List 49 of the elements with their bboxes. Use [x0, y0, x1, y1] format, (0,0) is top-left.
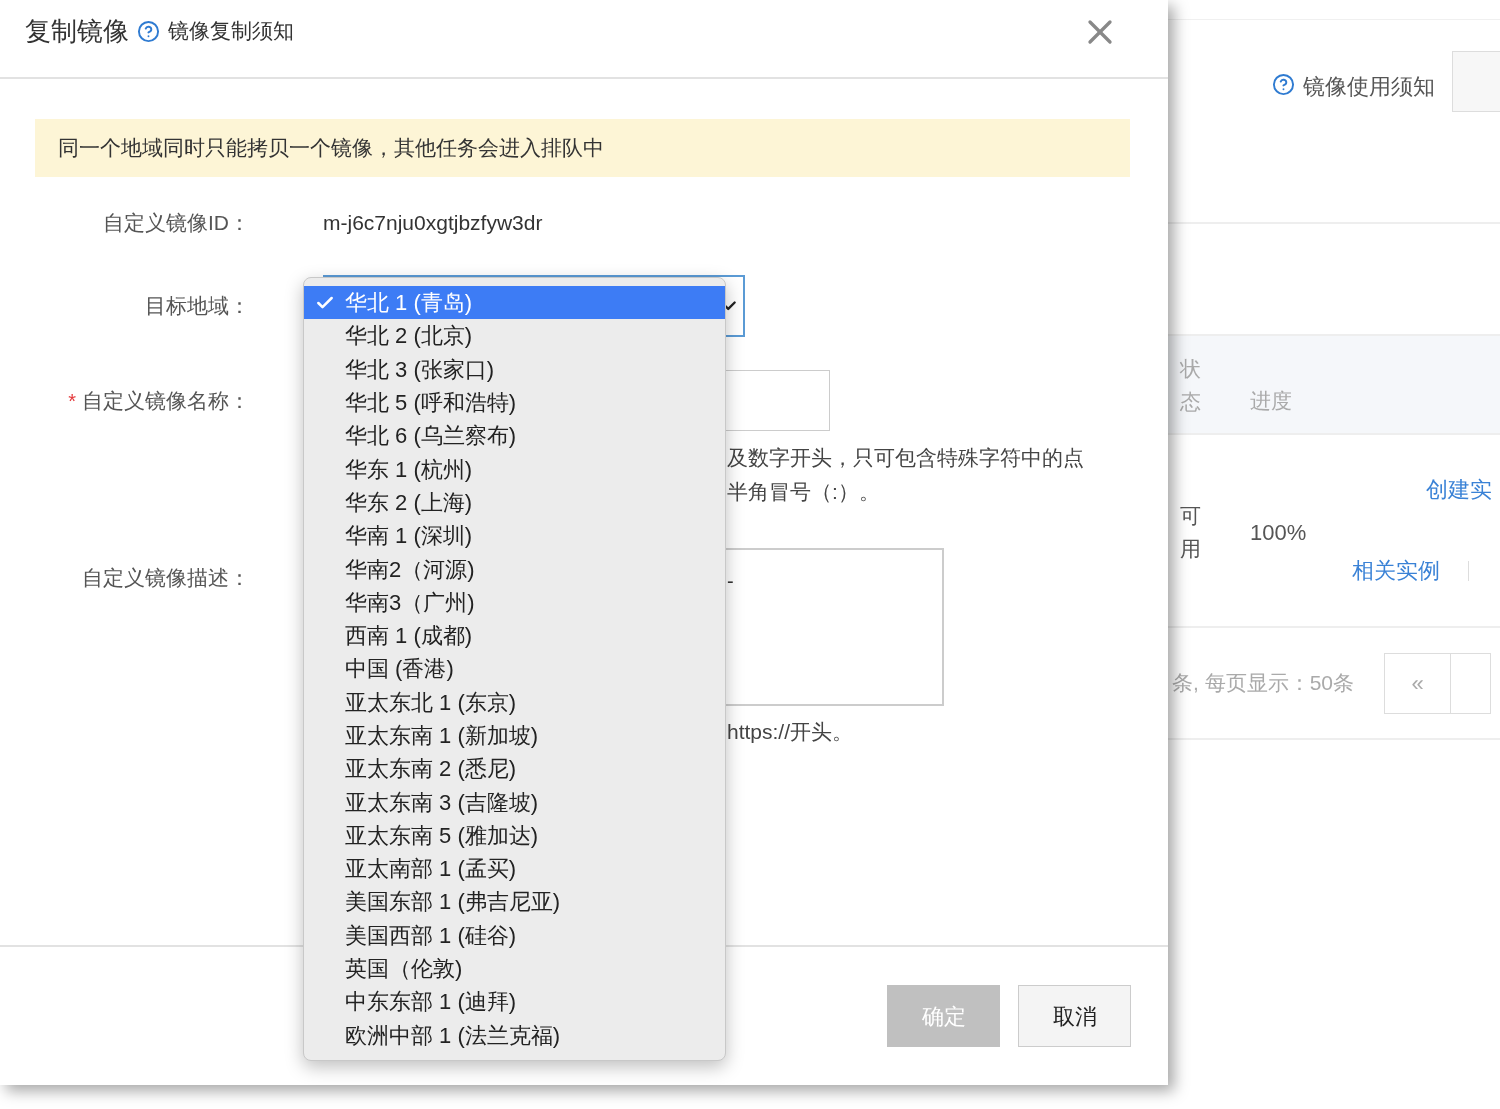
region-option[interactable]: 华北 6 (乌兰察布): [304, 419, 725, 453]
action-link[interactable]: 创建实: [1426, 473, 1493, 506]
region-option[interactable]: 西南 1 (成都): [304, 618, 725, 653]
region-option[interactable]: 华北 2 (北京): [304, 319, 725, 353]
column-header: 状态: [1180, 355, 1202, 415]
image-id: m-j6c7nju0xgtjbzfyw3dr: [323, 210, 543, 237]
help-link[interactable]: 镜像使用须知: [1303, 70, 1435, 103]
field-label: 自定义镜像名称：: [82, 387, 250, 414]
region-option[interactable]: 亚太东南 2 (悉尼): [304, 752, 725, 786]
field-label: 自定义镜像描述：: [82, 565, 250, 591]
region-option[interactable]: 华东 1 (杭州): [304, 452, 725, 486]
region-option[interactable]: 华东 2 (上海): [304, 485, 725, 520]
region-option[interactable]: 亚太东南 1 (新加坡): [304, 718, 725, 753]
region-option[interactable]: 华北 1 (青岛): [304, 286, 725, 320]
pagination-summary: 条, 每页显示：50条: [1172, 670, 1355, 697]
region-option[interactable]: 欧洲中部 1 (法兰克福): [304, 1018, 725, 1052]
help-icon: [1272, 73, 1295, 96]
toolbar-button[interactable]: [1452, 51, 1500, 112]
region-option[interactable]: 美国西部 1 (硅谷): [304, 918, 725, 952]
region-option[interactable]: 亚太东北 1 (东京): [304, 685, 725, 719]
dialog-title: 复制镜像: [25, 15, 129, 48]
cancel-button[interactable]: 取消: [1018, 985, 1131, 1047]
hint-text: 及数字开头，只可包含特殊字符中的点: [727, 445, 1085, 471]
region-option[interactable]: 华南 1 (深圳): [304, 519, 725, 553]
status-cell-text: 可用: [1180, 503, 1202, 562]
region-option[interactable]: 亚太南部 1 (孟买): [304, 852, 725, 886]
region-option[interactable]: 华北 5 (呼和浩特): [304, 385, 725, 420]
action-link[interactable]: 相关实例: [1352, 554, 1441, 587]
region-option[interactable]: 亚太东南 5 (雅加达): [304, 818, 725, 853]
region-option[interactable]: 美国东部 1 (弗吉尼亚): [304, 885, 725, 919]
region-option[interactable]: 中国 (香港): [304, 652, 725, 686]
region-option[interactable]: 中东东部 1 (迪拜): [304, 985, 725, 1019]
required-mark: *: [68, 388, 76, 414]
field-label: 目标地域：: [145, 293, 250, 320]
help-icon: [137, 20, 160, 43]
region-option[interactable]: 华北 3 (张家口): [304, 352, 725, 386]
page-button[interactable]: [1451, 652, 1492, 714]
hint-text: https://开头。: [727, 719, 855, 745]
region-option[interactable]: 华南2（河源): [304, 552, 725, 586]
warning-alert: 同一个地域同时只能拷贝一个镜像，其他任务会进入排队中: [35, 119, 1130, 177]
region-option[interactable]: 亚太东南 3 (吉隆坡): [304, 785, 725, 819]
progress-cell-text: 100%: [1250, 519, 1307, 547]
column-header: 进度: [1250, 387, 1292, 414]
region-option[interactable]: 华南3（广州): [304, 585, 725, 619]
hint-text: 半角冒号（:）。: [727, 479, 881, 505]
check-icon: [723, 299, 737, 313]
help-link[interactable]: 镜像复制须知: [168, 15, 294, 47]
field-label: 自定义镜像ID：: [103, 210, 250, 237]
region-option[interactable]: 英国（伦敦): [304, 951, 725, 986]
